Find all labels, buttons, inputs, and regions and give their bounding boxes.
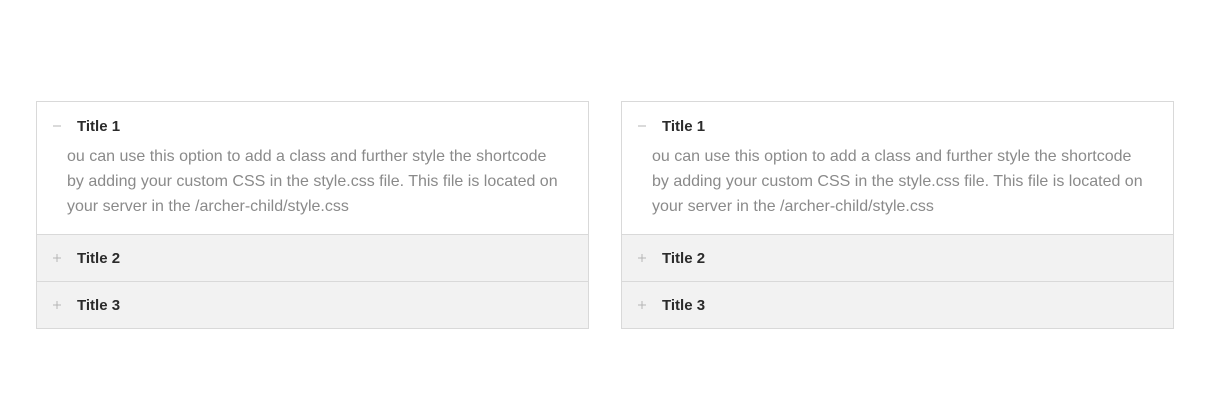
- page: Title 1 ou can use this option to add a …: [0, 0, 1212, 416]
- minus-icon: [51, 120, 63, 132]
- accordion-title: Title 2: [662, 249, 706, 267]
- accordion-item-3: Title 3: [622, 281, 1173, 328]
- accordion-item-2: Title 2: [37, 234, 588, 281]
- accordion-header-3[interactable]: Title 3: [622, 282, 1173, 328]
- accordion-right: Title 1 ou can use this option to add a …: [621, 101, 1174, 329]
- accordion-left: Title 1 ou can use this option to add a …: [36, 101, 589, 329]
- accordion-content: ou can use this option to add a class an…: [652, 148, 1143, 215]
- accordion-item-2: Title 2: [622, 234, 1173, 281]
- plus-icon: [51, 252, 63, 264]
- plus-icon: [636, 299, 648, 311]
- accordion-title: Title 3: [662, 296, 706, 314]
- plus-icon: [51, 299, 63, 311]
- accordion-header-1[interactable]: Title 1: [622, 102, 1173, 150]
- accordion-header-1[interactable]: Title 1: [37, 102, 588, 150]
- plus-icon: [636, 252, 648, 264]
- accordion-header-2[interactable]: Title 2: [37, 235, 588, 281]
- accordion-header-3[interactable]: Title 3: [37, 282, 588, 328]
- accordion-title: Title 3: [77, 296, 121, 314]
- accordion-header-2[interactable]: Title 2: [622, 235, 1173, 281]
- accordion-title: Title 1: [662, 117, 706, 135]
- accordion-item-3: Title 3: [37, 281, 588, 328]
- accordion-content: ou can use this option to add a class an…: [67, 148, 558, 215]
- accordion-item-1: Title 1 ou can use this option to add a …: [37, 102, 588, 234]
- accordion-title: Title 2: [77, 249, 121, 267]
- accordion-item-1: Title 1 ou can use this option to add a …: [622, 102, 1173, 234]
- minus-icon: [636, 120, 648, 132]
- accordion-title: Title 1: [77, 117, 121, 135]
